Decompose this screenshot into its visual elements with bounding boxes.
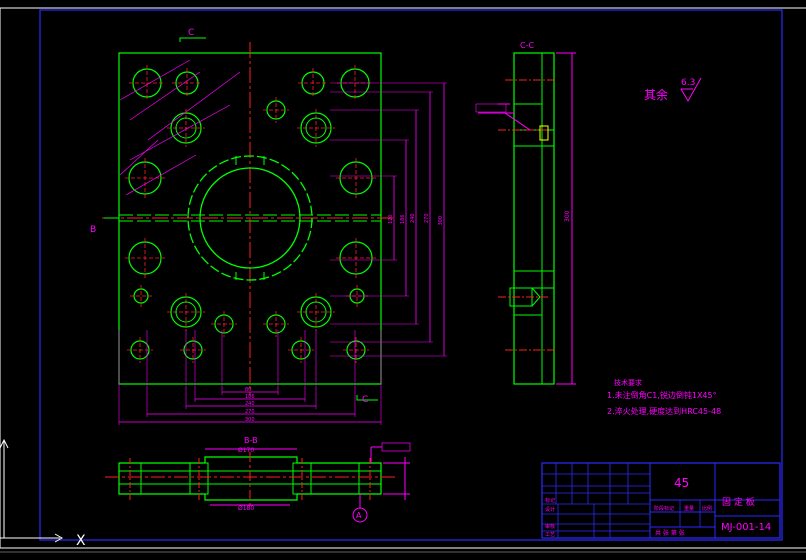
right-dimension-text: 120 (388, 214, 394, 224)
cad-drawing-canvas: X C C B 120 186 240 270 30080186240270300 C-… (0, 0, 806, 560)
right-dimension-text: 186 (400, 214, 406, 224)
bottom-dimension-text: 240 (245, 401, 255, 407)
title-row-0: 标记 (545, 497, 555, 504)
section-cut-c-top: C (188, 28, 194, 38)
title-row-2: 审核 (545, 523, 555, 530)
right-dimension-text: 240 (410, 213, 416, 223)
axis-x-label: X (76, 533, 86, 549)
title-scale-label: 比例 (702, 505, 712, 512)
notes-line-2: 2.淬火处理,硬度达到HRC45-48 (607, 406, 721, 416)
title-row-1: 设计 (545, 506, 555, 513)
title-sheet-label: 共 张 第 张 (655, 529, 685, 537)
surface-value: 6.3 (681, 78, 695, 88)
title-row-3: 工艺 (545, 532, 555, 538)
right-dimension-text: 270 (424, 213, 430, 223)
title-material: 45 (674, 476, 689, 490)
bb-top-dim: Ø170 (238, 447, 254, 454)
title-drawing-no: MJ-001-14 (721, 522, 771, 533)
right-dimension-text: 300 (438, 216, 444, 226)
datum-a-label: A (356, 511, 362, 520)
notes-title: 技术要求 (614, 378, 642, 387)
bottom-dimension-text: 270 (245, 409, 255, 415)
bb-bottom-dim: Ø180 (238, 505, 254, 512)
bottom-dimension-text: 80 (245, 387, 251, 393)
bottom-dimension-text: 186 (245, 394, 255, 400)
section-cut-b-left: B (90, 225, 96, 235)
bottom-dimension-text: 300 (245, 417, 255, 423)
section-cc-title: C-C (520, 41, 534, 50)
title-weight-label: 重量 (684, 505, 694, 512)
notes-line-1: 1.未注倒角C1,锐边倒钝1X45° (607, 390, 717, 400)
title-stage-label: 阶段标记 (654, 505, 674, 512)
cc-height-dim: 300 (564, 210, 571, 222)
section-bb-title: B-B (244, 436, 258, 445)
section-cut-c-bottom: C (362, 395, 368, 405)
surface-rest-label: 其余 (644, 87, 668, 102)
title-part-name: 固 定 板 (722, 496, 755, 508)
